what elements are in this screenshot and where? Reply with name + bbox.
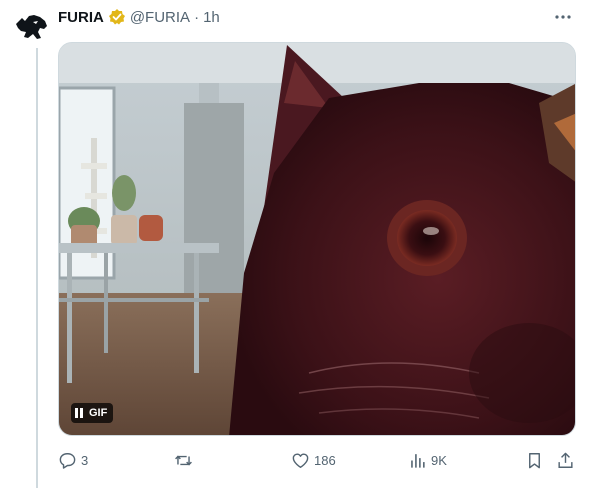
bookmark-button[interactable] xyxy=(525,448,544,472)
handle[interactable]: @FURIA xyxy=(130,9,190,26)
retweet-icon xyxy=(175,455,192,465)
share-button[interactable] xyxy=(556,448,575,472)
more-icon[interactable] xyxy=(551,6,575,28)
views-button[interactable]: 9K xyxy=(408,448,447,472)
share-icon xyxy=(558,452,573,468)
gif-badge[interactable]: GIF xyxy=(71,403,114,423)
action-bar: 3 186 9K xyxy=(58,448,578,472)
furia-panther-logo xyxy=(16,15,47,39)
views-icon xyxy=(411,453,425,468)
reply-button[interactable]: 3 xyxy=(58,448,88,472)
cat-gif-frame xyxy=(59,43,575,435)
display-name[interactable]: FURIA xyxy=(58,9,104,26)
like-count: 186 xyxy=(314,452,336,468)
tweet-header: FURIA @FURIA · 1h xyxy=(58,6,575,28)
gif-label: GIF xyxy=(89,407,108,419)
like-icon xyxy=(292,452,309,468)
pause-icon[interactable] xyxy=(75,408,83,418)
thread-line xyxy=(36,48,38,488)
separator-dot: · xyxy=(194,8,200,26)
bookmark-icon xyxy=(529,452,540,468)
avatar[interactable] xyxy=(13,10,49,46)
reply-icon xyxy=(59,452,76,469)
timestamp[interactable]: 1h xyxy=(203,9,220,26)
reply-count: 3 xyxy=(81,452,89,468)
tweet-gif[interactable]: GIF xyxy=(58,42,576,436)
retweet-button[interactable] xyxy=(174,448,197,472)
verified-badge-icon[interactable] xyxy=(108,8,126,26)
like-button[interactable]: 186 xyxy=(291,448,336,472)
view-count: 9K xyxy=(431,452,447,468)
